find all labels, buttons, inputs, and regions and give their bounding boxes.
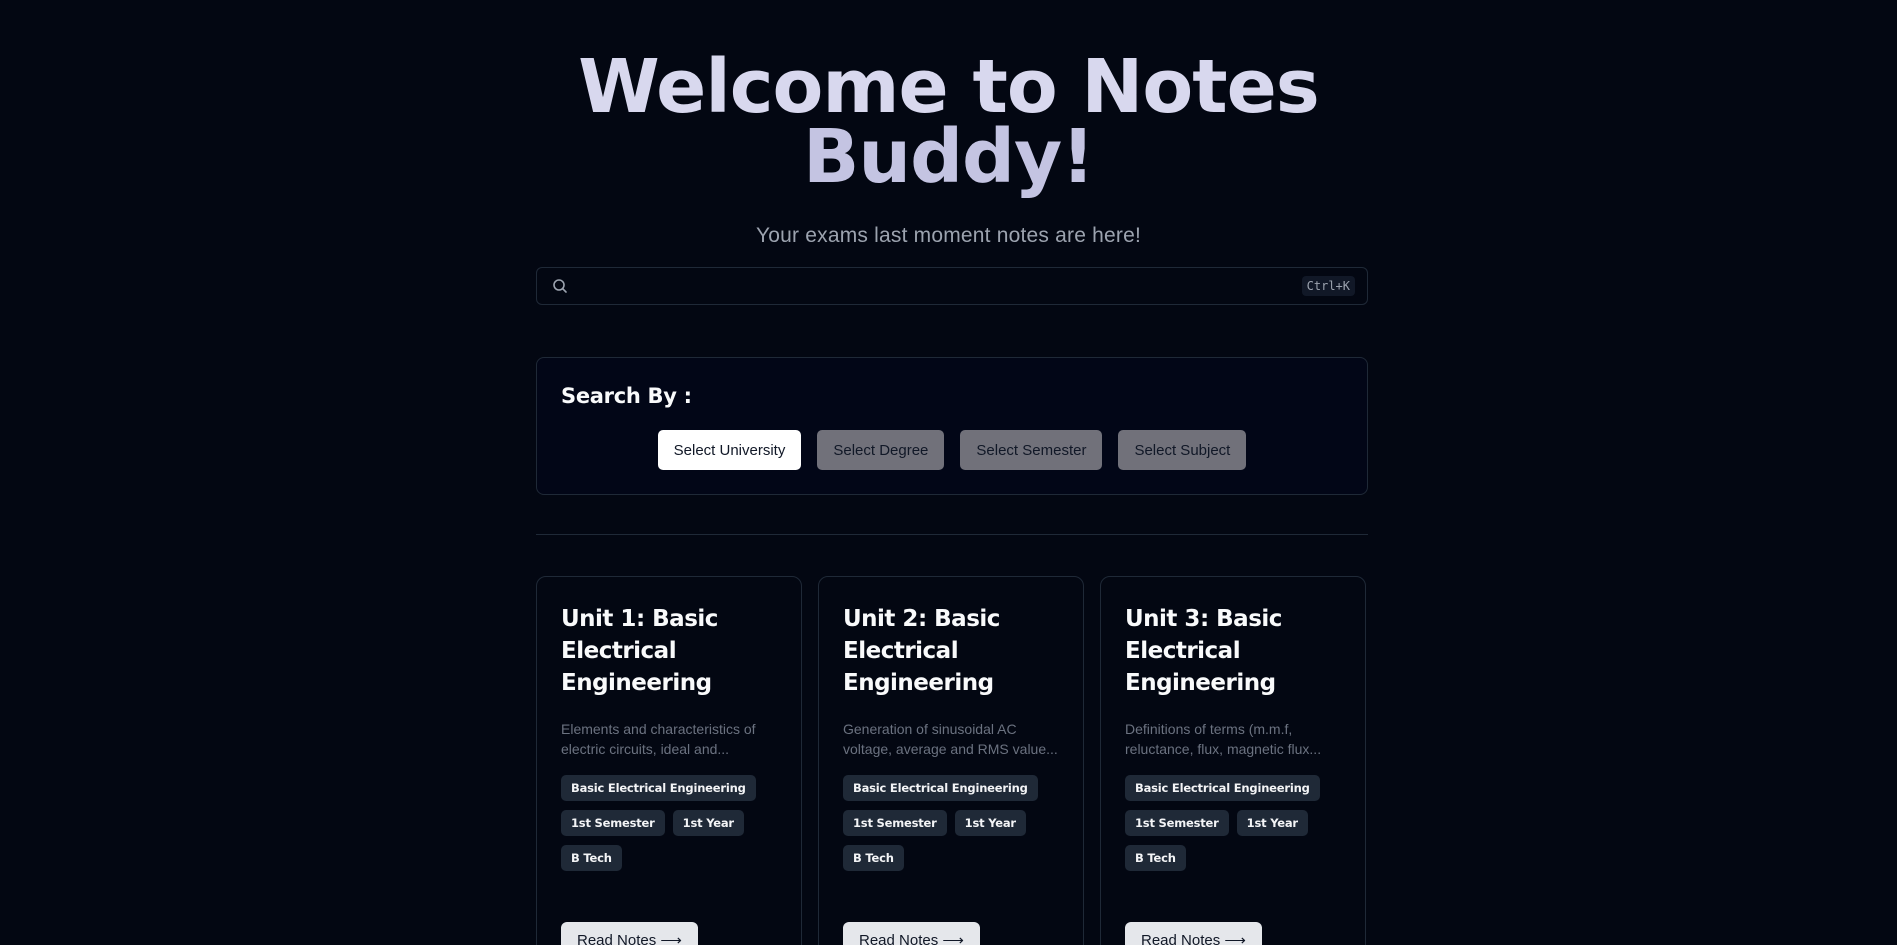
page-title-line-2: Buddy! [802, 114, 1095, 200]
select-degree-button[interactable]: Select Degree [817, 430, 945, 470]
note-card-tags: Basic Electrical Engineering 1st Semeste… [843, 775, 1043, 871]
subject-tag: Basic Electrical Engineering [1125, 775, 1320, 801]
note-card: Unit 3: Basic Electrical Engineering Def… [1100, 576, 1366, 945]
search-by-title: Search By : [561, 384, 692, 408]
page-title-line-1: Welcome to Notes [578, 44, 1320, 130]
read-notes-button[interactable]: Read Notes ⟶ [843, 922, 980, 945]
note-card-description: Definitions of terms (m.m.f, reluctance,… [1125, 721, 1322, 757]
select-semester-button[interactable]: Select Semester [960, 430, 1103, 470]
page: Welcome to Notes Buddy! Your exams last … [0, 0, 1897, 945]
search-bar[interactable]: Ctrl+K [536, 267, 1368, 305]
search-input[interactable] [569, 268, 1302, 304]
note-card-description: Generation of sinusoidal AC voltage, ave… [843, 721, 1058, 757]
subject-tag: Basic Electrical Engineering [843, 775, 1038, 801]
note-card-title: Unit 2: Basic Electrical Engineering [843, 606, 1000, 696]
search-icon [551, 277, 569, 295]
note-card-tags: Basic Electrical Engineering 1st Semeste… [561, 775, 761, 871]
note-card-tags: Basic Electrical Engineering 1st Semeste… [1125, 775, 1325, 871]
degree-tag: B Tech [1125, 845, 1186, 871]
semester-tag: 1st Semester [843, 810, 947, 836]
year-tag: 1st Year [954, 810, 1026, 836]
semester-tag: 1st Semester [561, 810, 665, 836]
read-notes-button[interactable]: Read Notes ⟶ [561, 922, 698, 945]
divider [536, 534, 1368, 535]
page-subtitle: Your exams last moment notes are here! [755, 224, 1141, 247]
degree-tag: B Tech [843, 845, 904, 871]
degree-tag: B Tech [561, 845, 622, 871]
semester-tag: 1st Semester [1125, 810, 1229, 836]
note-card: Unit 1: Basic Electrical Engineering Ele… [536, 576, 802, 945]
search-by-panel: Search By : Select University Select Deg… [536, 357, 1368, 495]
filter-button-group: Select University Select Degree Select S… [537, 430, 1367, 470]
note-card-description: Elements and characteristics of electric… [561, 721, 756, 757]
keyboard-shortcut-hint: Ctrl+K [1301, 276, 1355, 296]
note-card-title: Unit 1: Basic Electrical Engineering [561, 606, 718, 696]
select-university-button[interactable]: Select University [657, 430, 802, 470]
year-tag: 1st Year [672, 810, 744, 836]
read-notes-button[interactable]: Read Notes ⟶ [1125, 922, 1262, 945]
year-tag: 1st Year [1236, 810, 1308, 836]
page-title: Welcome to Notes Buddy! [0, 44, 1897, 200]
select-subject-button[interactable]: Select Subject [1118, 430, 1247, 470]
note-card-title: Unit 3: Basic Electrical Engineering [1125, 606, 1282, 696]
notes-card-grid: Unit 1: Basic Electrical Engineering Ele… [536, 576, 1368, 945]
subject-tag: Basic Electrical Engineering [561, 775, 756, 801]
note-card: Unit 2: Basic Electrical Engineering Gen… [818, 576, 1084, 945]
